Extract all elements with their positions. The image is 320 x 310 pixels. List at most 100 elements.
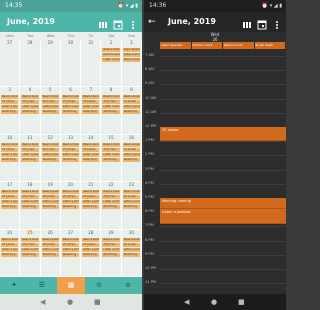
day-cell[interactable]: 19 Read a book 25 Jumps Listen a pod Stretch… [40, 182, 61, 230]
event-chip[interactable]: 25 Jumps [102, 100, 120, 105]
event-chip[interactable]: Listen a pod [122, 152, 140, 157]
day-cell[interactable]: 6 Read a book 25 Jumps Listen a pod Stretchi… [60, 87, 82, 135]
event-chip[interactable]: 25 Jumps [61, 147, 80, 152]
event-chip[interactable]: Read a book [61, 142, 80, 147]
timed-event[interactable]: 25 Jumps [160, 127, 286, 142]
day-cell[interactable]: 9 Read a book 25 Jumps Listen a pod Stretchi… [121, 87, 142, 135]
event-chip[interactable]: Stretching [122, 205, 140, 210]
event-chip[interactable]: Read a book [21, 95, 39, 100]
event-chip[interactable]: Stretching [102, 252, 120, 257]
all-day-event[interactable]: Learn Spanish [160, 42, 192, 49]
day-cell[interactable]: 23 Read a book 25 Jumps Listen a pod Stretch… [121, 182, 142, 230]
event-chip[interactable]: Listen a pod [21, 152, 39, 157]
event-chip[interactable]: Read a book [102, 190, 120, 195]
day-cell[interactable]: 11 Read a book 25 Jumps Listen a pod Stretch… [20, 134, 41, 183]
event-chip[interactable]: Stretching [1, 110, 19, 115]
day-cell[interactable]: 30 [60, 40, 82, 88]
event-chip[interactable]: Listen a pod [122, 105, 140, 110]
event-chip[interactable]: Stretching [21, 157, 39, 162]
all-day-event[interactable]: Read a book [223, 42, 255, 49]
event-chip[interactable]: Listen a podc [102, 58, 120, 62]
day-cell[interactable]: 26 Read a book 25 Jumps Listen a pod Stretch… [40, 229, 61, 277]
event-chip[interactable]: Read a book [41, 237, 59, 242]
home-icon[interactable]: ● [67, 298, 73, 306]
event-chip[interactable]: Listen a pod [102, 105, 120, 110]
event-chip[interactable]: Stretching [21, 252, 39, 257]
day-cell[interactable]: 13 Read a book 25 Jumps Listen a pod Stretch… [60, 134, 82, 183]
nav-menu-icon[interactable]: ≡ [114, 277, 142, 294]
day-cell[interactable]: 30 Read a book 25 Jumps Listen a pod Stretch… [121, 229, 142, 277]
event-chip[interactable]: Listen a pod [122, 53, 140, 57]
event-chip[interactable]: Read a book [1, 190, 19, 195]
event-chip[interactable]: Read a book [1, 95, 19, 100]
event-chip[interactable]: Stretching [102, 205, 120, 210]
event-chip[interactable]: Listen a pod [61, 200, 80, 205]
event-chip[interactable]: Read a book [82, 95, 100, 100]
day-cell[interactable]: 10 Read a book 25 Jumps Listen a pod Stretch… [0, 134, 21, 183]
event-chip[interactable]: 25 Jumps [82, 242, 100, 247]
event-chip[interactable]: 25 Jumps [21, 242, 39, 247]
event-chip[interactable]: 25 Jumps [1, 147, 19, 152]
event-chip[interactable]: Read a book [122, 142, 140, 147]
event-chip[interactable]: Read a book [102, 142, 120, 147]
day-cell[interactable]: 8 Read a book 25 Jumps Listen a pod Stretchi… [101, 87, 122, 135]
day-cell[interactable]: 31 [81, 40, 102, 88]
event-chip[interactable]: Read a book [61, 190, 80, 195]
day-cell[interactable]: 28 Read a book 25 Jumps Listen a pod Stretch… [81, 229, 102, 277]
day-cell[interactable]: 16 Read a book 25 Jumps Listen a pod Stretch… [121, 134, 142, 183]
event-chip[interactable]: Read a book [102, 95, 120, 100]
event-chip[interactable]: 25 Jumps [61, 242, 80, 247]
view-switch-icon[interactable] [98, 16, 108, 28]
back-icon[interactable]: ◀ [40, 298, 45, 306]
event-chip[interactable]: Read a book [41, 95, 59, 100]
event-chip[interactable]: Stretching [21, 205, 39, 210]
calendar-today-icon[interactable] [257, 16, 267, 30]
all-day-event[interactable]: Perform work [191, 42, 223, 49]
event-chip[interactable]: Read a book [122, 190, 140, 195]
event-chip[interactable]: Stretching [122, 252, 140, 257]
event-chip[interactable]: 25 Jumps [82, 147, 100, 152]
event-chip[interactable]: Stretching [102, 157, 120, 162]
event-chip[interactable]: Read a book [41, 190, 59, 195]
day-cell[interactable]: 2 Learn Spanis Listen a pod Read a book [121, 40, 142, 88]
day-cell[interactable]: 29 [40, 40, 61, 88]
day-cell[interactable]: 18 Read a book 25 Jumps Listen a pod Stretch… [20, 182, 41, 230]
event-chip[interactable]: Stretching [82, 205, 100, 210]
event-chip[interactable]: 25 Jumps [102, 242, 120, 247]
event-chip[interactable]: Listen a pod [1, 152, 19, 157]
event-chip[interactable]: Read a book [41, 142, 59, 147]
event-chip[interactable]: Stretching [61, 252, 80, 257]
event-chip[interactable]: Listen a pod [1, 247, 19, 252]
recents-icon[interactable]: ■ [238, 298, 245, 306]
day-cell[interactable]: 24 Read a book 25 Jumps Listen a pod Stretch… [0, 229, 21, 277]
event-chip[interactable]: Stretching [61, 205, 80, 210]
nav-habits-icon[interactable]: ✦ [0, 277, 28, 294]
event-chip[interactable]: Stretching [1, 157, 19, 162]
event-chip[interactable]: Read a book [21, 190, 39, 195]
event-chip[interactable]: Listen a pod [82, 152, 100, 157]
event-chip[interactable]: Stretching [41, 205, 59, 210]
event-chip[interactable]: Listen a pod [102, 200, 120, 205]
day-cell[interactable]: 29 Read a book 25 Jumps Listen a pod Stretch… [101, 229, 122, 277]
day-cell[interactable]: 21 Read a book 25 Jumps Listen a pod Stretch… [81, 182, 102, 230]
event-chip[interactable]: 25 Jumps [1, 100, 19, 105]
day-cell[interactable]: 14 Read a book 25 Jumps Listen a pod Stretch… [81, 134, 102, 183]
day-cell[interactable]: 15 Read a book 25 Jumps Listen a pod Stretch… [101, 134, 122, 183]
event-chip[interactable]: Stretching [82, 157, 100, 162]
event-chip[interactable]: Listen a pod [61, 152, 80, 157]
event-chip[interactable]: Stretching [102, 110, 120, 115]
event-chip[interactable]: Read a book [82, 237, 100, 242]
day-cell[interactable]: 25 Read a book 25 Jumps Listen a pod Stretch… [20, 229, 41, 277]
event-chip[interactable]: Stretching [21, 110, 39, 115]
event-chip[interactable]: Stretching [41, 110, 59, 115]
event-chip[interactable]: Read a book [102, 237, 120, 242]
event-chip[interactable]: 25 Jumps [61, 100, 80, 105]
event-chip[interactable]: 25 Jumps [82, 100, 100, 105]
event-chip[interactable]: Read a book [61, 237, 80, 242]
event-chip[interactable]: Listen a pod [102, 152, 120, 157]
event-chip[interactable]: Stretching [1, 205, 19, 210]
event-chip[interactable]: Stretching [1, 252, 19, 257]
event-chip[interactable]: Listen a pod [82, 247, 100, 252]
event-chip[interactable]: Read a book [122, 237, 140, 242]
event-chip[interactable]: Stretching [61, 110, 80, 115]
